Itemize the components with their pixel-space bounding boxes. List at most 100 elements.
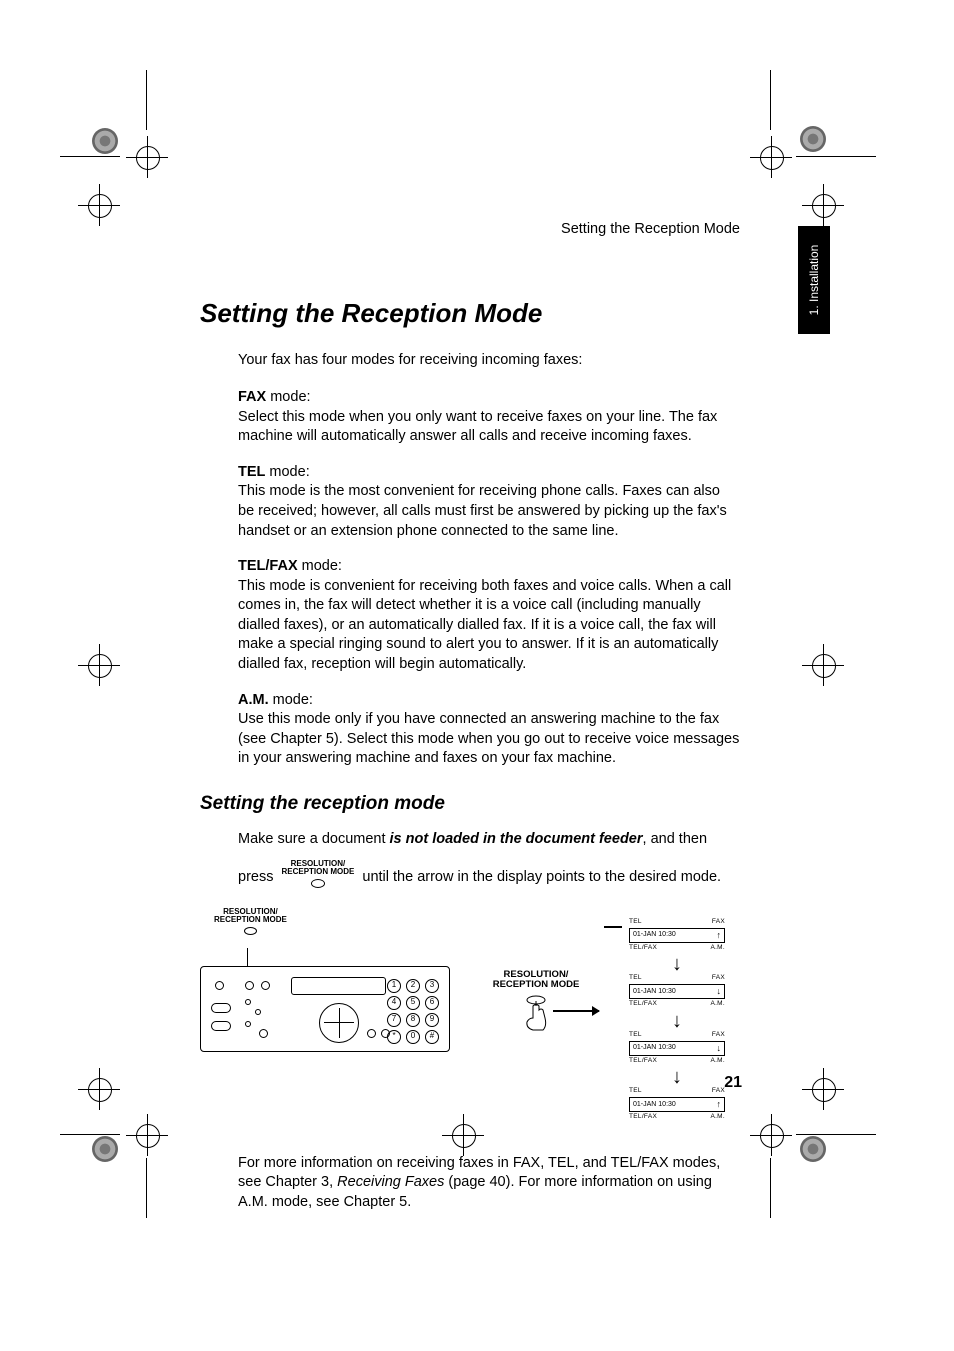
keypad-key: # bbox=[425, 1030, 439, 1044]
lcd-timestamp: 01-JAN 10:30 bbox=[633, 1043, 676, 1052]
keypad-key: 8 bbox=[406, 1013, 420, 1027]
numeric-keypad: 123456789*0# bbox=[387, 979, 439, 1044]
lcd-timestamp: 01-JAN 10:30 bbox=[633, 1100, 676, 1109]
panel-callout-line2: RECEPTION MODE bbox=[214, 915, 287, 924]
state-bottom-labels: TEL/FAXA.M. bbox=[629, 944, 725, 953]
step-text-suffix: , and then bbox=[643, 831, 708, 847]
crop-rule bbox=[796, 156, 876, 157]
footer-paragraph: For more information on receiving faxes … bbox=[238, 1154, 740, 1213]
lcd-state-box: 01-JAN 10:30 ↑ bbox=[629, 1097, 725, 1112]
crop-rule bbox=[770, 1158, 771, 1218]
mode-label-suffix: mode: bbox=[269, 692, 313, 708]
flow-arrow-icon bbox=[553, 1010, 599, 1012]
navigation-dial bbox=[319, 1003, 359, 1043]
mode-label: TEL/FAX bbox=[238, 558, 298, 574]
lcd-timestamp: 01-JAN 10:30 bbox=[633, 987, 676, 996]
lcd-state-box: 01-JAN 10:30 ↓ bbox=[629, 1041, 725, 1056]
keypad-key: 3 bbox=[425, 979, 439, 993]
mode-description: TEL/FAX mode: This mode is convenient for… bbox=[238, 557, 740, 674]
lcd-state-box: 01-JAN 10:30↑ bbox=[629, 928, 725, 943]
mode-description: TEL mode:This mode is the most convenien… bbox=[238, 463, 740, 541]
crop-rule bbox=[796, 1134, 876, 1135]
page-title: Setting the Reception Mode bbox=[200, 296, 740, 331]
lcd-state-box: 01-JAN 10:30 ↓ bbox=[629, 984, 725, 999]
display-state: TELFAX01-JAN 10:30↓TEL/FAXA.M. bbox=[629, 1031, 725, 1066]
crop-mark-solid bbox=[92, 1136, 118, 1162]
crop-mark bbox=[84, 190, 114, 220]
indicator-dot bbox=[245, 1021, 251, 1027]
mode-description: A.M. mode:Use this mode only if you have… bbox=[238, 691, 740, 769]
lcd-arrow-icon: ↑ bbox=[717, 931, 722, 940]
page-number: 21 bbox=[724, 1072, 742, 1094]
state-top-labels: TELFAX bbox=[629, 974, 725, 983]
panel-callout-label: RESOLUTION/ RECEPTION MODE bbox=[214, 908, 287, 935]
keypad-key: 9 bbox=[425, 1013, 439, 1027]
state-bottom-labels: TEL/FAXA.M. bbox=[629, 1113, 725, 1122]
panel-button bbox=[211, 1003, 231, 1013]
state-bottom-labels: TEL/FAXA.M. bbox=[629, 1000, 725, 1009]
press-word: press bbox=[238, 868, 273, 888]
indicator-dot bbox=[261, 981, 270, 990]
keypad-key: 2 bbox=[406, 979, 420, 993]
lcd-arrow-icon: ↓ bbox=[717, 987, 722, 996]
chapter-tab: 1. Installation bbox=[798, 226, 830, 334]
section-subtitle: Setting the reception mode bbox=[200, 791, 740, 817]
state-top-labels: TELFAX bbox=[629, 1031, 725, 1040]
mode-body: This mode is the most convenient for rec… bbox=[238, 483, 727, 538]
mode-label-suffix: mode: bbox=[266, 389, 310, 405]
display-state-flow: TELFAX01-JAN 10:30↑TEL/FAXA.M.↓TELFAX01-… bbox=[622, 912, 732, 1124]
figure-row: RESOLUTION/ RECEPTION MODE bbox=[200, 912, 740, 1124]
keypad-key: 7 bbox=[387, 1013, 401, 1027]
lcd-arrow-icon: ↑ bbox=[717, 1100, 722, 1109]
down-arrow-icon: ↓ bbox=[672, 1069, 682, 1085]
keypad-key: 1 bbox=[387, 979, 401, 993]
mode-label-suffix: mode: bbox=[265, 464, 309, 480]
display-state: TELFAX01-JAN 10:30↑TEL/FAXA.M. bbox=[629, 918, 725, 953]
chapter-tab-label: 1. Installation bbox=[806, 245, 822, 316]
crop-rule bbox=[60, 1134, 120, 1135]
indicator-dot bbox=[245, 999, 251, 1005]
oval-button-icon bbox=[244, 927, 257, 935]
button-label-line2: RECEPTION MODE bbox=[281, 868, 354, 876]
lcd-arrow-icon: ↓ bbox=[717, 1044, 722, 1053]
panel-button bbox=[259, 1029, 268, 1038]
oval-button-icon bbox=[311, 879, 325, 888]
crop-mark-solid bbox=[92, 128, 118, 154]
panel-button bbox=[211, 1021, 231, 1031]
indicator-dot bbox=[255, 1009, 261, 1015]
display-state: TELFAX 01-JAN 10:30 ↑ TEL/FAXA.M. bbox=[629, 1087, 725, 1122]
mode-label: FAX bbox=[238, 389, 266, 405]
intro-text: Your fax has four modes for receiving in… bbox=[238, 351, 740, 371]
keypad-key: 0 bbox=[406, 1030, 420, 1044]
lcd-screen bbox=[291, 977, 386, 995]
crop-rule bbox=[770, 70, 771, 130]
state-top-labels: TELFAX bbox=[629, 918, 725, 927]
fax-panel-figure: RESOLUTION/ RECEPTION MODE bbox=[200, 912, 450, 1052]
crop-mark bbox=[808, 190, 838, 220]
keypad-key: 5 bbox=[406, 996, 420, 1010]
press-button-figure: RESOLUTION/ RECEPTION MODE bbox=[472, 912, 600, 1034]
panel-button bbox=[367, 1029, 376, 1038]
page-content: Setting the Reception Mode Setting the R… bbox=[200, 220, 740, 1213]
state-top-labels: TELFAX bbox=[629, 1087, 725, 1096]
crop-mark-solid bbox=[800, 1136, 826, 1162]
resolution-reception-button-label: RESOLUTION/ RECEPTION MODE bbox=[281, 860, 354, 888]
mode-description: FAX mode:Select this mode when you only … bbox=[238, 388, 740, 447]
crop-rule bbox=[146, 1158, 147, 1218]
mode-label-suffix: mode: bbox=[298, 558, 342, 574]
keypad-key: * bbox=[387, 1030, 401, 1044]
hand-press-icon bbox=[521, 994, 551, 1032]
display-state: TELFAX 01-JAN 10:30 ↓ TEL/FAXA.M. bbox=[629, 974, 725, 1009]
mode-body: This mode is convenient for receiving bo… bbox=[238, 578, 731, 672]
crop-mark bbox=[84, 1074, 114, 1104]
mid-figure-label: RESOLUTION/ RECEPTION MODE bbox=[493, 970, 580, 990]
press-instruction: press RESOLUTION/ RECEPTION MODE until t… bbox=[238, 860, 740, 888]
indicator-dot bbox=[215, 981, 224, 990]
mode-label: A.M. bbox=[238, 692, 269, 708]
crop-mark-solid bbox=[800, 126, 826, 152]
footer-text-italic: Receiving Faxes bbox=[337, 1174, 444, 1190]
running-head: Setting the Reception Mode bbox=[200, 220, 740, 240]
keypad-key: 6 bbox=[425, 996, 439, 1010]
flow-connector bbox=[604, 926, 622, 928]
crop-mark bbox=[808, 650, 838, 680]
